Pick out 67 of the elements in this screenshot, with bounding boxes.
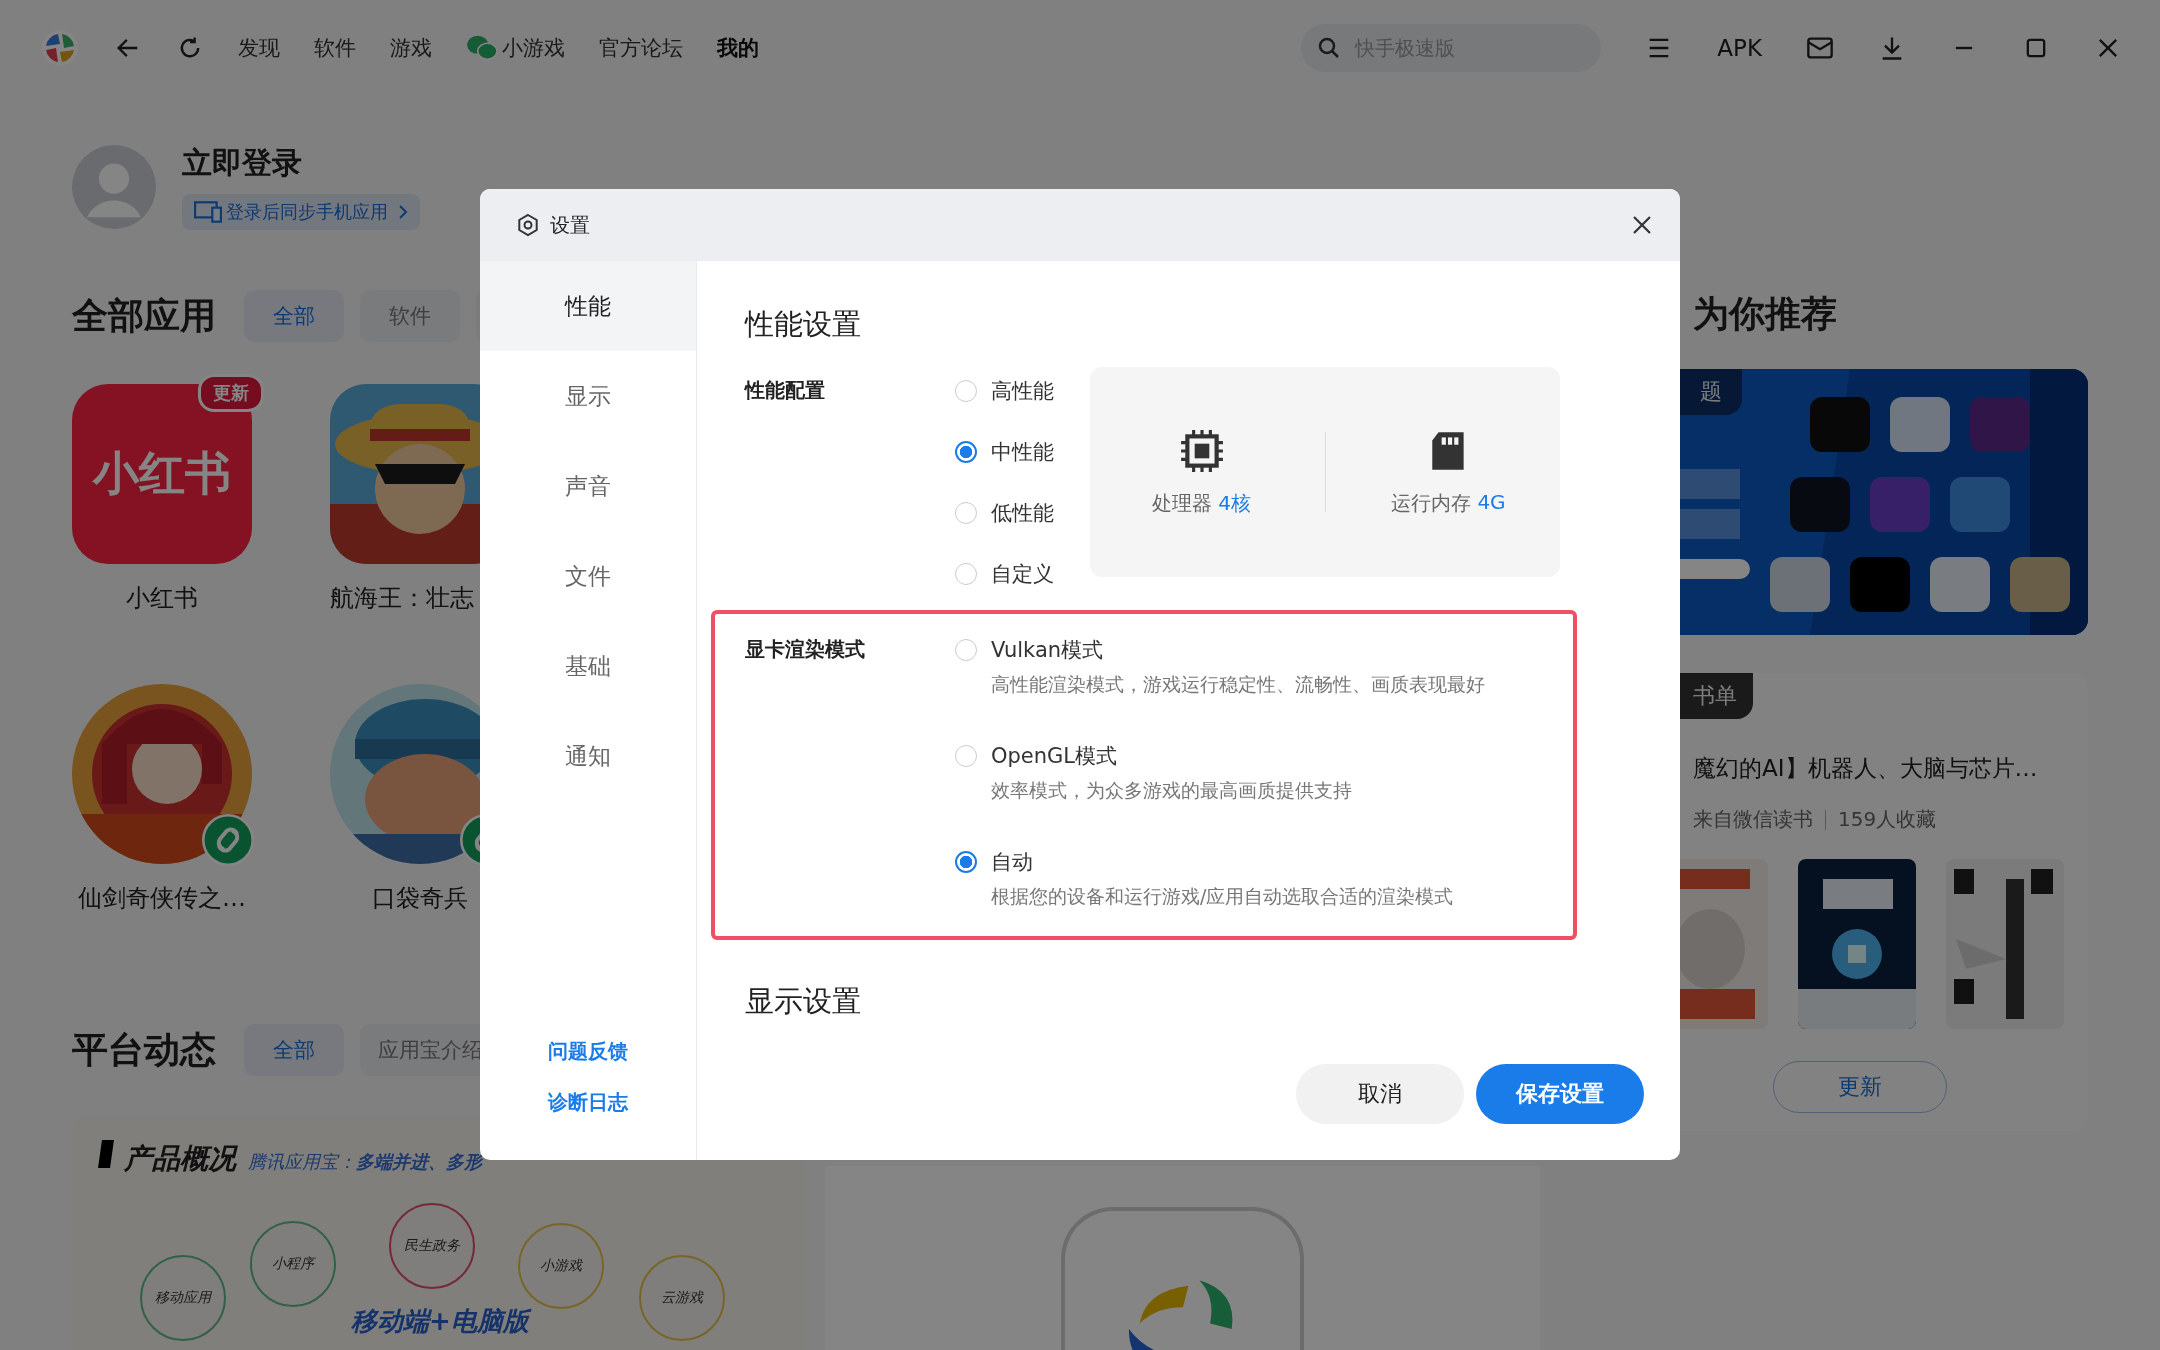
booklist-saves: 159人收藏 bbox=[1838, 806, 1937, 833]
sync-link[interactable]: 登录后同步手机应用 bbox=[182, 194, 420, 230]
settings-nav-item[interactable]: 文件 bbox=[480, 531, 696, 621]
filter-tab[interactable]: 全部 bbox=[244, 290, 344, 342]
filter-tab[interactable]: 全部 bbox=[244, 1024, 344, 1076]
option-description: 根据您的设备和运行游戏/应用自动选取合适的渲染模式 bbox=[991, 884, 1455, 909]
app-name[interactable]: 小红书 bbox=[72, 582, 252, 614]
chat-bubbles-icon bbox=[466, 33, 498, 62]
radio-button[interactable] bbox=[955, 441, 977, 463]
overview-title: 产品概况 bbox=[124, 1141, 236, 1177]
section-title: 为你推荐 bbox=[1692, 292, 1838, 336]
apk-button[interactable]: APK bbox=[1717, 34, 1762, 61]
login-title[interactable]: 立即登录 bbox=[182, 143, 420, 184]
save-button[interactable]: 保存设置 bbox=[1476, 1064, 1644, 1124]
nav-tab[interactable]: 软件 bbox=[314, 33, 356, 62]
title-bar-icon bbox=[98, 1140, 114, 1168]
section-heading: 显示设置 bbox=[745, 983, 862, 1020]
radio-option[interactable]: 低性能 bbox=[955, 499, 1090, 527]
section-title: 全部应用 bbox=[72, 293, 216, 338]
settings-nav-item[interactable]: 性能 bbox=[480, 261, 696, 351]
nav-tab[interactable]: 游戏 bbox=[390, 33, 432, 62]
nav-tab[interactable]: 官方论坛 bbox=[599, 33, 683, 62]
spec-label: 运行内存 bbox=[1391, 489, 1472, 517]
setting-label: 性能配置 bbox=[745, 377, 826, 404]
overview-card[interactable]: 产品概况 腾讯应用宝：多端并进、多形 移动应用 小程序 民生政务 小游戏 云游戏 移动端+电脑版 bbox=[72, 1116, 805, 1350]
settings-nav-item[interactable]: 声音 bbox=[480, 441, 696, 531]
category-bubble: 小程序 bbox=[250, 1221, 336, 1307]
app-name[interactable]: 航海王：壮志 bbox=[330, 582, 474, 614]
nav-tab[interactable]: 发现 bbox=[238, 33, 280, 62]
update-badge: 更新 bbox=[198, 374, 264, 412]
chevron-right-icon bbox=[398, 204, 408, 220]
category-bubble: 民生政务 bbox=[389, 1203, 475, 1289]
chip-icon bbox=[1178, 427, 1225, 474]
booklist-source: 来自微信读书 bbox=[1693, 806, 1813, 833]
settings-nav-item[interactable]: 通知 bbox=[480, 711, 696, 801]
category-bubble: 云游戏 bbox=[639, 1255, 725, 1341]
radio-option[interactable]: OpenGL模式 bbox=[955, 742, 1485, 770]
nav-tab[interactable]: 小游戏 bbox=[466, 33, 565, 62]
option-description: 效率模式，为众多游戏的最高画质提供支持 bbox=[991, 778, 1353, 803]
radio-option[interactable]: 高性能 bbox=[955, 377, 1090, 405]
overview-subtitle: 腾讯应用宝：多端并进、多形 bbox=[248, 1150, 482, 1174]
monitor-icon bbox=[194, 201, 222, 223]
category-bubble: 移动应用 bbox=[140, 1255, 226, 1341]
app-name[interactable]: 仙剑奇侠传之… bbox=[72, 882, 252, 914]
settings-nav-item[interactable]: 基础 bbox=[480, 621, 696, 711]
help-link[interactable]: 诊断日志 bbox=[548, 1089, 628, 1116]
cancel-button[interactable]: 取消 bbox=[1296, 1064, 1464, 1124]
spec-value: 4G bbox=[1477, 489, 1506, 516]
category-bubble: 小游戏 bbox=[518, 1223, 604, 1309]
dialog-title: 设置 bbox=[550, 211, 590, 239]
radio-option[interactable]: 自定义 bbox=[955, 560, 1090, 588]
booklist-title[interactable]: 魔幻的AI】机器人、大脑与芯片… bbox=[1693, 753, 2088, 784]
setting-label: 显卡渲染模式 bbox=[745, 636, 866, 663]
radio-button[interactable] bbox=[955, 851, 977, 873]
settings-icon bbox=[516, 213, 540, 237]
section-heading: 性能设置 bbox=[745, 306, 862, 343]
radio-option[interactable]: Vulkan模式 bbox=[955, 636, 1485, 664]
spec-value: 4核 bbox=[1218, 489, 1251, 517]
section-title: 平台动态 bbox=[72, 1027, 216, 1072]
nav-tab[interactable]: 我的 bbox=[717, 33, 759, 62]
radio-option[interactable]: 自动 bbox=[955, 848, 1485, 876]
help-link[interactable]: 问题反馈 bbox=[548, 1038, 628, 1065]
option-description: 高性能渲染模式，游戏运行稳定性、流畅性、画质表现最好 bbox=[991, 672, 1485, 697]
filter-tab[interactable]: 软件 bbox=[360, 290, 460, 342]
spec-label: 处理器 bbox=[1152, 489, 1213, 517]
radio-option[interactable]: 中性能 bbox=[955, 438, 1090, 466]
settings-nav-item[interactable]: 显示 bbox=[480, 351, 696, 441]
